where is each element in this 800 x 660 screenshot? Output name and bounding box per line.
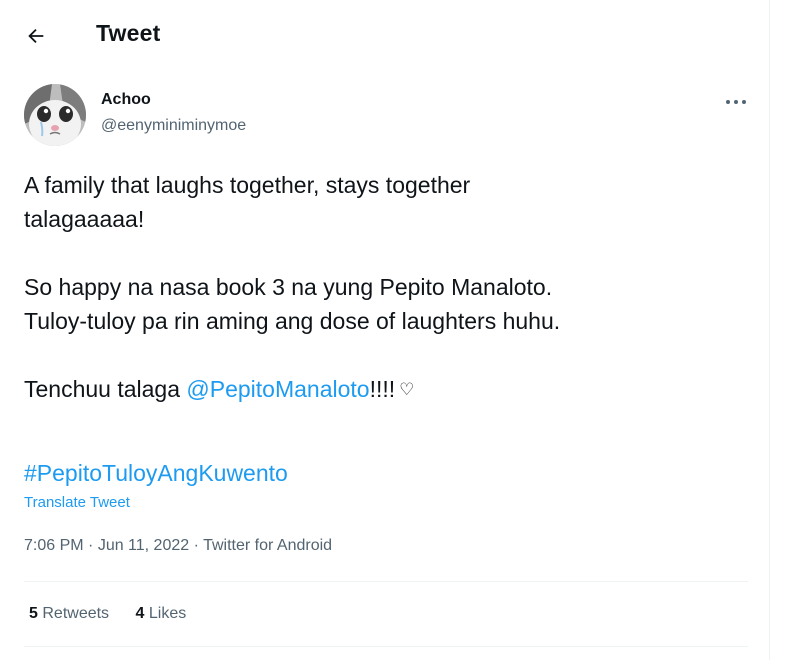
heart-icon: ♡ <box>399 380 415 399</box>
more-dots-icon <box>726 100 746 104</box>
tweet-stats: 5 Retweets 4 Likes <box>29 605 208 623</box>
hashtag-link[interactable]: #PepitoTuloyAngKuwento <box>24 460 288 486</box>
tweet-text-line: So happy na nasa book 3 na yung Pepito M… <box>24 274 553 300</box>
tweet-text-line: A family that laughs together, stays tog… <box>24 172 471 198</box>
tweet-text-line: Tenchuu talaga @PepitoManaloto!!!! ♡ <box>24 372 744 407</box>
meta-separator: · <box>189 537 204 554</box>
tweet-text-line: Tuloy-tuloy pa rin aming ang dose of lau… <box>24 308 561 334</box>
retweets-count: 5 <box>29 605 38 622</box>
tweet-time[interactable]: 7:06 PM <box>24 537 84 554</box>
username[interactable]: @eenyminiminymoe <box>101 117 246 135</box>
tweet-source: Twitter for Android <box>203 537 333 554</box>
tweet-text-prefix: Tenchuu talaga <box>24 376 187 402</box>
retweets-label: Retweets <box>42 605 110 622</box>
avatar[interactable] <box>24 84 86 146</box>
tweet-date[interactable]: Jun 11, 2022 <box>98 537 189 554</box>
meta-separator: · <box>83 537 98 554</box>
translate-tweet-link[interactable]: Translate Tweet <box>24 494 130 511</box>
arrow-left-icon <box>28 28 44 44</box>
retweets-stat[interactable]: 5 Retweets <box>29 605 109 623</box>
tweet-text: A family that laughs together, stays tog… <box>24 168 744 407</box>
divider <box>24 646 748 647</box>
back-button[interactable] <box>18 18 54 54</box>
timeline-border <box>769 0 770 660</box>
page-title: Tweet <box>96 20 161 46</box>
divider <box>24 581 748 582</box>
more-button[interactable] <box>722 90 750 114</box>
tweet-meta: 7:06 PM · Jun 11, 2022 · Twitter for And… <box>24 537 332 555</box>
hashtag-line: #PepitoTuloyAngKuwento <box>24 456 288 490</box>
likes-label: Likes <box>148 605 187 622</box>
tweet-text-line: talagaaaaa! <box>24 206 145 232</box>
likes-count: 4 <box>135 605 145 622</box>
crying-cat-avatar-icon <box>24 84 86 146</box>
tweet-text-suffix: !!!! <box>369 376 396 402</box>
mention-link[interactable]: @PepitoManaloto <box>186 376 369 402</box>
likes-stat[interactable]: 4 Likes <box>136 605 187 623</box>
tweet-header: Tweet <box>0 0 770 70</box>
display-name[interactable]: Achoo <box>101 91 151 109</box>
